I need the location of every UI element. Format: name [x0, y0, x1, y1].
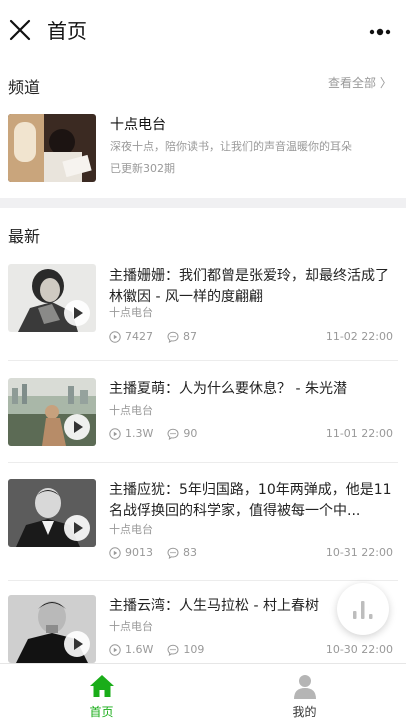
tab-home-label: 首页	[89, 705, 114, 719]
comment-icon	[167, 428, 179, 440]
play-button[interactable]	[64, 414, 90, 440]
article-thumbnail[interactable]	[8, 595, 96, 663]
play-count: 7427	[109, 329, 153, 345]
latest-section-title: 最新	[8, 227, 41, 246]
play-count: 9013	[109, 545, 153, 561]
article-stats: 1.6W 109	[109, 642, 218, 658]
comment-icon	[167, 331, 179, 343]
channel-description: 深夜十点，陪你读书，让我们的声音温暖你的耳朵	[110, 140, 352, 153]
play-button[interactable]	[64, 631, 90, 657]
play-icon	[74, 522, 83, 534]
article-source: 十点电台	[109, 620, 153, 633]
play-circle-icon	[109, 644, 121, 656]
tab-mine[interactable]: 我的	[203, 664, 406, 727]
row-divider	[8, 360, 398, 361]
article-time: 10-31 22:00	[325, 546, 393, 559]
channel-thumbnail[interactable]	[8, 114, 96, 182]
comment-count-value: 83	[183, 546, 197, 559]
play-count-value: 1.3W	[125, 427, 154, 440]
comment-count: 109	[167, 642, 204, 658]
comment-count: 90	[167, 426, 197, 442]
view-all-link[interactable]: 查看全部 〉	[328, 74, 392, 92]
article-title[interactable]: 主播姗姗：我们都曾是张爱玲，却最终活成了林徽因 - 风一样的度翩翩	[109, 266, 394, 308]
comment-count-value: 87	[183, 330, 197, 343]
floating-player-button[interactable]	[337, 583, 389, 635]
comment-icon	[167, 644, 179, 656]
article-time: 11-02 22:00	[325, 330, 393, 343]
user-icon	[293, 675, 316, 699]
article-stats: 7427 87	[109, 329, 211, 345]
article-thumbnail[interactable]	[8, 479, 96, 547]
comment-count: 83	[167, 545, 197, 561]
play-count: 1.3W	[109, 426, 153, 442]
play-count: 1.6W	[109, 642, 153, 658]
play-circle-icon	[109, 331, 121, 343]
play-count-value: 1.6W	[125, 643, 154, 656]
channel-update-count: 已更新302期	[110, 162, 175, 175]
play-count-value: 9013	[125, 546, 153, 559]
section-divider	[0, 198, 406, 208]
tab-home[interactable]: 首页	[0, 664, 203, 727]
more-dots-icon	[369, 28, 391, 36]
play-icon	[74, 421, 83, 433]
channels-section-title: 频道	[8, 78, 41, 97]
close-icon	[9, 19, 31, 41]
play-icon	[74, 638, 83, 650]
play-button[interactable]	[64, 300, 90, 326]
article-time: 10-30 22:00	[325, 643, 393, 656]
chevron-right-icon: 〉	[379, 76, 392, 90]
header-bar: 首页	[0, 0, 406, 64]
channel-title[interactable]: 十点电台	[110, 115, 166, 135]
comment-count-value: 109	[183, 643, 205, 656]
article-source: 十点电台	[109, 523, 153, 536]
reading-woman-image	[8, 114, 96, 182]
article-thumbnail[interactable]	[8, 264, 96, 332]
row-divider	[8, 580, 398, 581]
play-circle-icon	[109, 428, 121, 440]
comment-count: 87	[167, 329, 197, 345]
bottom-tab-bar: 首页 我的	[0, 663, 406, 727]
article-stats: 1.3W 90	[109, 426, 211, 442]
article-stats: 9013 83	[109, 545, 211, 561]
view-all-label: 查看全部	[328, 76, 377, 90]
more-options-button[interactable]	[364, 24, 396, 40]
close-button[interactable]	[8, 18, 32, 42]
play-circle-icon	[109, 547, 121, 559]
home-icon	[89, 675, 114, 697]
article-title[interactable]: 主播夏萌：人为什么要休息？ - 朱光潜	[109, 379, 394, 400]
play-button[interactable]	[64, 515, 90, 541]
audio-bars-icon	[353, 601, 373, 619]
tab-mine-label: 我的	[292, 705, 317, 719]
article-source: 十点电台	[109, 404, 153, 417]
play-icon	[74, 307, 83, 319]
comment-count-value: 90	[183, 427, 198, 440]
article-source: 十点电台	[109, 306, 153, 319]
page-title: 首页	[47, 19, 87, 43]
comment-icon	[167, 547, 179, 559]
row-divider	[8, 462, 398, 463]
article-title[interactable]: 主播应犹：5年归国路，10年两弹成，他是11名战俘换回的科学家，值得被每一个中.…	[109, 480, 394, 522]
play-count-value: 7427	[125, 330, 153, 343]
article-time: 11-01 22:00	[325, 427, 393, 440]
article-thumbnail[interactable]	[8, 378, 96, 446]
